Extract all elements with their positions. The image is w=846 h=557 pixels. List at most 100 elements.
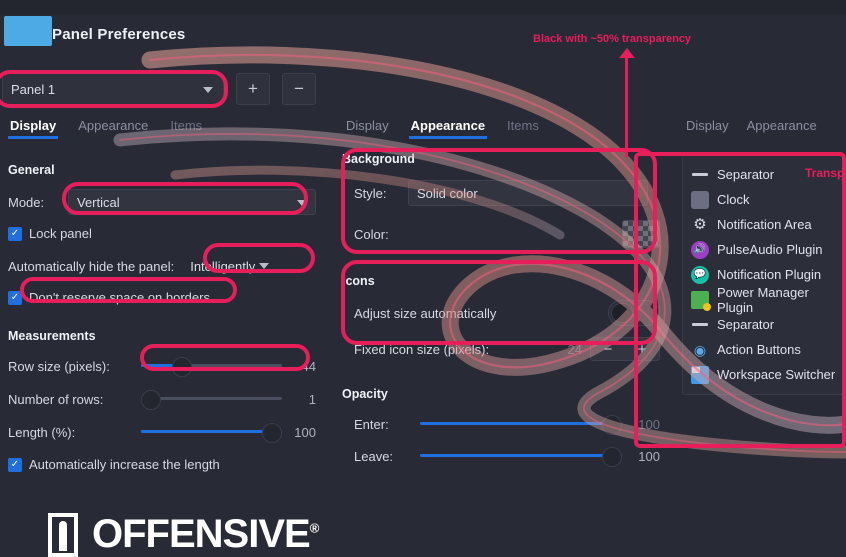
list-item-label: Power Manager Plugin [717,284,809,315]
separator-icon [691,166,709,184]
background-color-swatch[interactable] [622,220,660,248]
opacity-leave-slider[interactable] [420,447,622,467]
right-panel-column: Display Appearance [676,118,846,148]
left-panel-column: Display Appearance Items [0,118,322,148]
opacity-enter-knob[interactable] [602,415,622,435]
list-item-label: Notification Plugin [717,267,822,282]
list-item-label: Notification Area [717,217,812,232]
opacity-enter-slider[interactable] [420,415,622,435]
general-heading: General [8,163,55,177]
notification-area-icon: ⚙ [693,216,707,233]
offensive-logo-text: OFFENSIVE® [92,512,320,556]
row-size-slider[interactable] [141,357,282,377]
list-item[interactable]: 💬 Notification Plugin [683,262,845,287]
lock-panel-checkbox-row[interactable]: ✓ Lock panel [8,226,316,241]
opacity-leave-fill [420,454,622,457]
list-item[interactable]: Clock [683,187,845,212]
num-rows-label: Number of rows: [8,391,104,407]
tab-display-left[interactable]: Display [7,118,59,139]
tab-appearance-left[interactable]: Appearance [78,118,148,139]
chevron-down-icon [297,200,307,206]
length-label: Length (%): [8,424,76,440]
tab-appearance-middle[interactable]: Appearance [408,118,488,139]
lock-panel-label: Lock panel [29,226,92,241]
lock-panel-checkbox[interactable]: ✓ [8,226,22,241]
opacity-enter-label: Enter: [354,416,389,432]
length-slider[interactable] [141,423,282,443]
list-item-label: PulseAudio Plugin [717,242,823,257]
clock-icon [691,190,709,209]
chevron-down-icon [203,87,213,93]
notification-plugin-icon: 💬 [691,265,709,284]
autohide-dropdown[interactable]: Intelligently [182,253,277,279]
offensive-logo-mark [48,512,78,557]
fixed-icon-size-value: 24 [567,341,582,357]
row-size-value: 44 [301,358,316,374]
tab-display-right[interactable]: Display [686,118,729,139]
left-panel-tabs: Display Appearance Items [0,118,322,148]
registered-mark: ® [309,520,320,536]
items-list[interactable]: Separator Clock ⚙ Notification Area 🔊 Pu… [682,155,846,395]
reserve-space-checkbox[interactable]: ✓ [8,290,22,305]
reserve-space-label: Don't reserve space on borders [29,290,210,305]
tab-appearance-right[interactable]: Appearance [747,118,817,139]
list-item[interactable]: Separator [683,312,845,337]
opacity-enter-value: 100 [638,416,660,432]
list-item[interactable]: ◉ Action Buttons [683,337,845,362]
row-size-knob[interactable] [172,357,193,377]
opacity-enter-fill [420,422,622,425]
adjust-size-toggle[interactable] [608,300,660,326]
num-rows-knob[interactable] [141,390,161,410]
fixed-icon-size-stepper[interactable]: − + [590,337,660,361]
adjust-size-label: Adjust size automatically [354,305,497,321]
list-item[interactable]: ⚙ Notification Area [683,212,845,237]
auto-increase-checkbox[interactable]: ✓ [8,457,22,472]
list-item-label: Clock [717,192,750,207]
background-style-dropdown[interactable]: Solid color [408,180,648,206]
annotation-arrow-shaft [625,52,628,157]
tab-items-left[interactable]: Items [170,118,202,139]
mode-label: Mode: [8,194,45,210]
reserve-space-checkbox-row[interactable]: ✓ Don't reserve space on borders [8,290,316,305]
list-item[interactable]: Workspace Switcher [683,362,845,387]
num-rows-track [141,397,282,400]
page-title: Panel Preferences [52,26,186,43]
fixed-icon-size-increment[interactable]: + [638,341,647,358]
opacity-leave-knob[interactable] [602,447,622,467]
list-item[interactable]: 🔊 PulseAudio Plugin [683,237,845,262]
add-panel-button[interactable]: + [236,73,270,105]
power-manager-icon [691,290,711,311]
length-knob[interactable] [262,423,282,443]
separator-icon [691,316,709,334]
window-top-strip [0,0,846,14]
right-panel-tabs: Display Appearance [676,118,846,148]
tab-display-middle[interactable]: Display [346,118,389,139]
num-rows-slider[interactable] [141,390,282,410]
list-item-label: Action Buttons [717,342,801,357]
panel-selector-dropdown[interactable]: Panel 1 [2,73,224,105]
icons-heading: Icons [342,274,375,288]
autohide-label: Automatically hide the panel: [8,258,175,274]
background-style-value: Solid color [417,185,478,201]
panel-selector-value: Panel 1 [11,81,56,97]
fixed-icon-size-label: Fixed icon size (pixels): [354,341,490,357]
action-buttons-icon: ◉ [693,341,707,358]
mode-dropdown[interactable]: Vertical [68,189,316,215]
list-item-label: Separator [717,317,775,332]
workspace-switcher-icon [691,365,709,384]
background-heading: Background [342,152,415,166]
list-item[interactable]: Power Manager Plugin [683,284,845,315]
remove-panel-button[interactable]: − [282,73,316,105]
adjust-size-toggle-knob [611,303,633,323]
length-fill [141,430,282,433]
pulseaudio-icon: 🔊 [691,240,709,259]
auto-increase-checkbox-row[interactable]: ✓ Automatically increase the length [8,457,316,472]
left-panel-content: General Mode: Vertical ✓ Lock panel Auto… [8,163,316,472]
annotation-arrow-head [619,48,635,58]
row-size-label: Row size (pixels): [8,358,110,374]
list-item-label: Workspace Switcher [717,367,836,382]
add-panel-label: + [248,79,258,98]
length-value: 100 [294,424,316,440]
fixed-icon-size-decrement[interactable]: − [604,341,613,358]
tab-items-middle[interactable]: Items [507,118,539,139]
